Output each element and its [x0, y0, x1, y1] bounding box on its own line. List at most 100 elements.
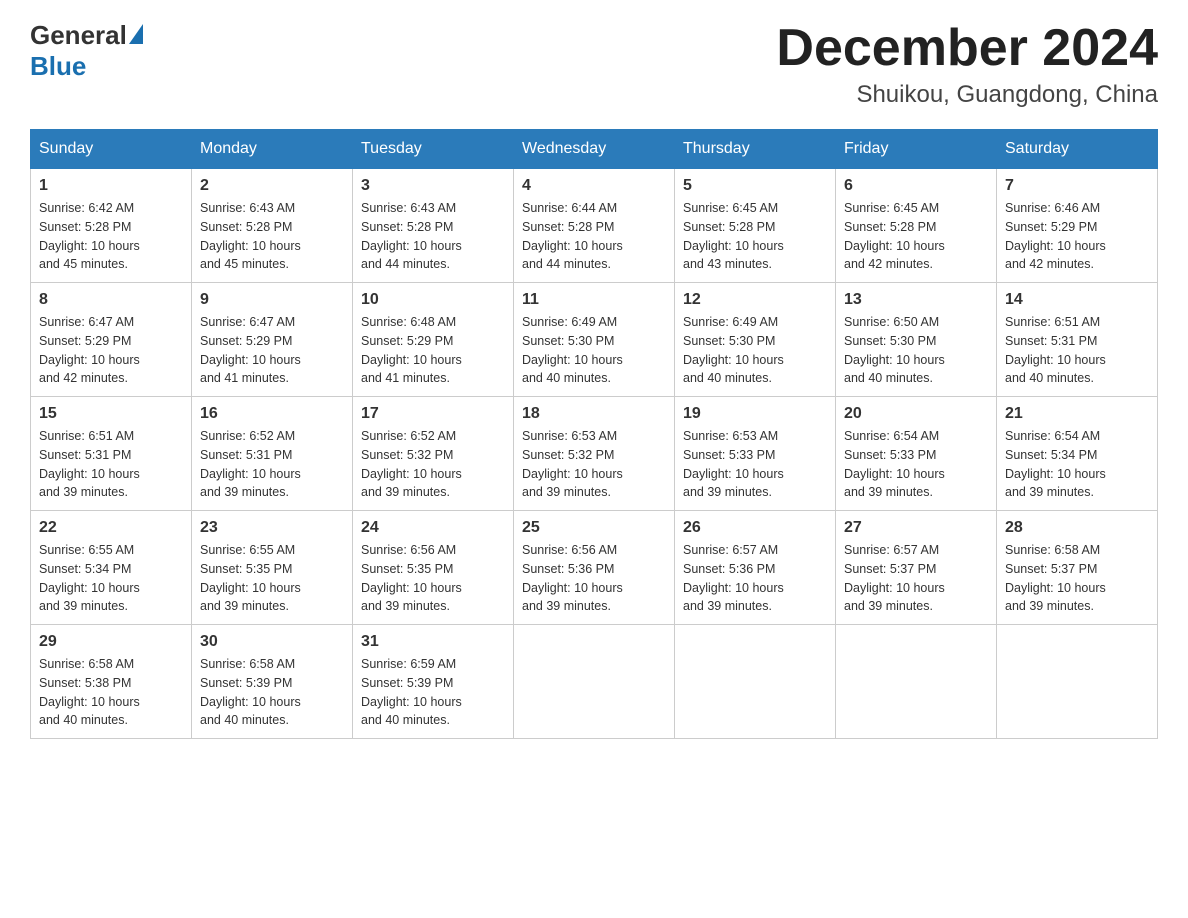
header-monday: Monday: [192, 130, 353, 169]
day-number: 28: [1005, 519, 1149, 537]
day-info: Sunrise: 6:58 AM Sunset: 5:37 PM Dayligh…: [1005, 541, 1149, 616]
week-row-3: 15 Sunrise: 6:51 AM Sunset: 5:31 PM Dayli…: [31, 397, 1158, 511]
calendar-cell: 4 Sunrise: 6:44 AM Sunset: 5:28 PM Daylig…: [514, 169, 675, 283]
header-wednesday: Wednesday: [514, 130, 675, 169]
header-sunday: Sunday: [31, 130, 192, 169]
header-friday: Friday: [836, 130, 997, 169]
day-info: Sunrise: 6:56 AM Sunset: 5:36 PM Dayligh…: [522, 541, 666, 616]
day-info: Sunrise: 6:54 AM Sunset: 5:34 PM Dayligh…: [1005, 427, 1149, 502]
day-info: Sunrise: 6:45 AM Sunset: 5:28 PM Dayligh…: [683, 199, 827, 274]
logo-triangle-icon: [129, 24, 143, 44]
day-number: 2: [200, 177, 344, 195]
calendar-cell: 24Sunrise: 6:56 AM Sunset: 5:35 PM Dayli…: [353, 511, 514, 625]
week-row-4: 22 Sunrise: 6:55 AM Sunset: 5:34 PM Dayli…: [31, 511, 1158, 625]
day-number: 16: [200, 405, 344, 423]
calendar-header-row: SundayMondayTuesdayWednesdayThursdayFrid…: [31, 130, 1158, 169]
day-info: Sunrise: 6:50 AM Sunset: 5:30 PM Dayligh…: [844, 313, 988, 388]
day-number: 31: [361, 633, 505, 651]
week-row-1: 1 Sunrise: 6:42 AM Sunset: 5:28 PM Daylig…: [31, 169, 1158, 283]
day-info: Sunrise: 6:51 AM Sunset: 5:31 PM Dayligh…: [39, 427, 183, 502]
title-section: December 2024 Shuikou, Guangdong, China: [776, 20, 1158, 109]
day-info: Sunrise: 6:42 AM Sunset: 5:28 PM Dayligh…: [39, 199, 183, 274]
calendar-cell: 26 Sunrise: 6:57 AM Sunset: 5:36 PM Dayli…: [675, 511, 836, 625]
calendar-cell: 29 Sunrise: 6:58 AM Sunset: 5:38 PM Dayli…: [31, 625, 192, 739]
calendar-cell: 27 Sunrise: 6:57 AM Sunset: 5:37 PM Dayli…: [836, 511, 997, 625]
day-info: Sunrise: 6:49 AM Sunset: 5:30 PM Dayligh…: [683, 313, 827, 388]
day-number: 13: [844, 291, 988, 309]
day-number: 21: [1005, 405, 1149, 423]
day-info: Sunrise: 6:45 AM Sunset: 5:28 PM Dayligh…: [844, 199, 988, 274]
day-info: Sunrise: 6:57 AM Sunset: 5:36 PM Dayligh…: [683, 541, 827, 616]
calendar-cell: 13 Sunrise: 6:50 AM Sunset: 5:30 PM Dayli…: [836, 283, 997, 397]
day-number: 1: [39, 177, 183, 195]
calendar-cell: 19 Sunrise: 6:53 AM Sunset: 5:33 PM Dayli…: [675, 397, 836, 511]
header-saturday: Saturday: [997, 130, 1158, 169]
page-header: General Blue December 2024 Shuikou, Guan…: [30, 20, 1158, 109]
calendar-cell: 5Sunrise: 6:45 AM Sunset: 5:28 PM Daylig…: [675, 169, 836, 283]
day-info: Sunrise: 6:52 AM Sunset: 5:31 PM Dayligh…: [200, 427, 344, 502]
calendar-cell: 12 Sunrise: 6:49 AM Sunset: 5:30 PM Dayli…: [675, 283, 836, 397]
day-info: Sunrise: 6:58 AM Sunset: 5:39 PM Dayligh…: [200, 655, 344, 730]
day-number: 24: [361, 519, 505, 537]
day-number: 26: [683, 519, 827, 537]
calendar-cell: [836, 625, 997, 739]
calendar-cell: 7Sunrise: 6:46 AM Sunset: 5:29 PM Daylig…: [997, 169, 1158, 283]
day-info: Sunrise: 6:53 AM Sunset: 5:33 PM Dayligh…: [683, 427, 827, 502]
day-info: Sunrise: 6:43 AM Sunset: 5:28 PM Dayligh…: [361, 199, 505, 274]
day-info: Sunrise: 6:55 AM Sunset: 5:34 PM Dayligh…: [39, 541, 183, 616]
week-row-5: 29 Sunrise: 6:58 AM Sunset: 5:38 PM Dayli…: [31, 625, 1158, 739]
calendar-cell: 3 Sunrise: 6:43 AM Sunset: 5:28 PM Daylig…: [353, 169, 514, 283]
calendar-cell: 17 Sunrise: 6:52 AM Sunset: 5:32 PM Dayli…: [353, 397, 514, 511]
logo-blue-text: Blue: [30, 51, 86, 82]
day-info: Sunrise: 6:46 AM Sunset: 5:29 PM Dayligh…: [1005, 199, 1149, 274]
day-info: Sunrise: 6:57 AM Sunset: 5:37 PM Dayligh…: [844, 541, 988, 616]
day-number: 9: [200, 291, 344, 309]
calendar-cell: 28 Sunrise: 6:58 AM Sunset: 5:37 PM Dayli…: [997, 511, 1158, 625]
calendar-cell: 25Sunrise: 6:56 AM Sunset: 5:36 PM Dayli…: [514, 511, 675, 625]
day-info: Sunrise: 6:52 AM Sunset: 5:32 PM Dayligh…: [361, 427, 505, 502]
logo-general-text: General: [30, 20, 127, 51]
day-number: 22: [39, 519, 183, 537]
day-info: Sunrise: 6:59 AM Sunset: 5:39 PM Dayligh…: [361, 655, 505, 730]
day-number: 29: [39, 633, 183, 651]
day-info: Sunrise: 6:43 AM Sunset: 5:28 PM Dayligh…: [200, 199, 344, 274]
day-info: Sunrise: 6:54 AM Sunset: 5:33 PM Dayligh…: [844, 427, 988, 502]
calendar-cell: 1 Sunrise: 6:42 AM Sunset: 5:28 PM Daylig…: [31, 169, 192, 283]
calendar-cell: 10Sunrise: 6:48 AM Sunset: 5:29 PM Dayli…: [353, 283, 514, 397]
header-thursday: Thursday: [675, 130, 836, 169]
calendar-cell: [997, 625, 1158, 739]
day-info: Sunrise: 6:48 AM Sunset: 5:29 PM Dayligh…: [361, 313, 505, 388]
calendar-cell: 22 Sunrise: 6:55 AM Sunset: 5:34 PM Dayli…: [31, 511, 192, 625]
calendar-body: 1 Sunrise: 6:42 AM Sunset: 5:28 PM Daylig…: [31, 169, 1158, 739]
calendar-cell: 30Sunrise: 6:58 AM Sunset: 5:39 PM Dayli…: [192, 625, 353, 739]
day-info: Sunrise: 6:44 AM Sunset: 5:28 PM Dayligh…: [522, 199, 666, 274]
calendar-cell: 2 Sunrise: 6:43 AM Sunset: 5:28 PM Daylig…: [192, 169, 353, 283]
calendar-cell: [675, 625, 836, 739]
calendar-cell: 11Sunrise: 6:49 AM Sunset: 5:30 PM Dayli…: [514, 283, 675, 397]
day-number: 27: [844, 519, 988, 537]
day-number: 15: [39, 405, 183, 423]
header-tuesday: Tuesday: [353, 130, 514, 169]
day-number: 3: [361, 177, 505, 195]
calendar-subtitle: Shuikou, Guangdong, China: [776, 81, 1158, 109]
day-number: 12: [683, 291, 827, 309]
day-number: 20: [844, 405, 988, 423]
calendar-cell: 21 Sunrise: 6:54 AM Sunset: 5:34 PM Dayli…: [997, 397, 1158, 511]
calendar-cell: 18Sunrise: 6:53 AM Sunset: 5:32 PM Dayli…: [514, 397, 675, 511]
calendar-cell: 14 Sunrise: 6:51 AM Sunset: 5:31 PM Dayli…: [997, 283, 1158, 397]
calendar-table: SundayMondayTuesdayWednesdayThursdayFrid…: [30, 129, 1158, 739]
week-row-2: 8Sunrise: 6:47 AM Sunset: 5:29 PM Daylig…: [31, 283, 1158, 397]
day-number: 19: [683, 405, 827, 423]
day-info: Sunrise: 6:58 AM Sunset: 5:38 PM Dayligh…: [39, 655, 183, 730]
day-info: Sunrise: 6:47 AM Sunset: 5:29 PM Dayligh…: [39, 313, 183, 388]
day-info: Sunrise: 6:51 AM Sunset: 5:31 PM Dayligh…: [1005, 313, 1149, 388]
logo: General Blue: [30, 20, 143, 82]
day-number: 17: [361, 405, 505, 423]
day-info: Sunrise: 6:47 AM Sunset: 5:29 PM Dayligh…: [200, 313, 344, 388]
calendar-cell: 15 Sunrise: 6:51 AM Sunset: 5:31 PM Dayli…: [31, 397, 192, 511]
calendar-cell: 9 Sunrise: 6:47 AM Sunset: 5:29 PM Daylig…: [192, 283, 353, 397]
day-number: 4: [522, 177, 666, 195]
calendar-cell: 8Sunrise: 6:47 AM Sunset: 5:29 PM Daylig…: [31, 283, 192, 397]
day-number: 14: [1005, 291, 1149, 309]
calendar-cell: 31 Sunrise: 6:59 AM Sunset: 5:39 PM Dayli…: [353, 625, 514, 739]
